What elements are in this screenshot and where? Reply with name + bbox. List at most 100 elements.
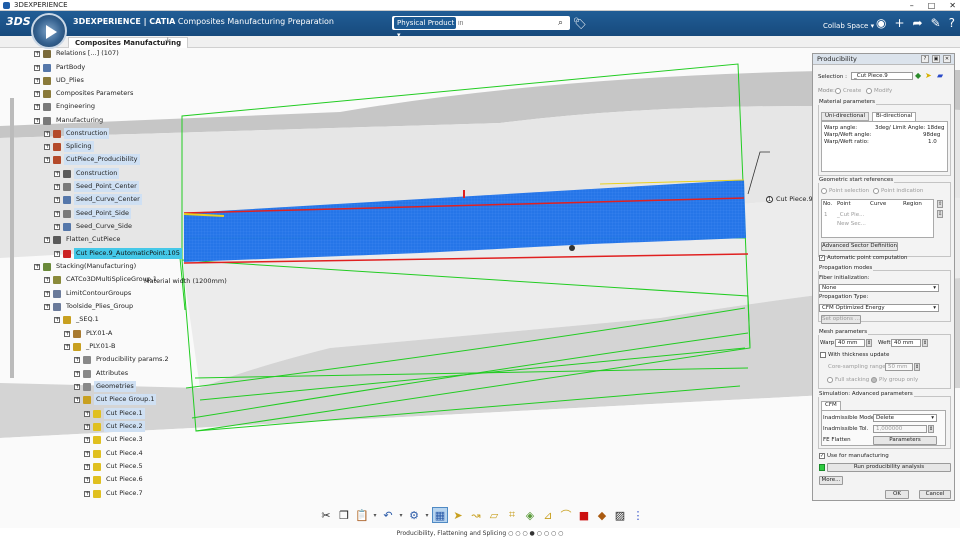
undo-icon[interactable]: ↶ (380, 507, 396, 523)
expand-toggle-icon[interactable]: + (64, 343, 70, 350)
panel-close-button[interactable]: ✕ (943, 55, 951, 63)
tree-node[interactable]: + Composites Parameters (34, 88, 135, 99)
shape-icon[interactable]: ▰ (937, 71, 943, 80)
inadm-mode-select[interactable]: Delete ▾ (873, 414, 937, 422)
weft-spinner[interactable]: ⇕ (922, 339, 928, 347)
tree-node[interactable]: + UD_Plies (34, 75, 86, 86)
material-icon[interactable]: ◆ (594, 507, 610, 523)
expand-toggle-icon[interactable]: + (34, 64, 40, 71)
mode-modify-radio[interactable] (866, 88, 872, 94)
maximize-button[interactable]: □ (928, 0, 936, 11)
expand-toggle-icon[interactable]: + (74, 370, 80, 377)
expand-toggle-icon[interactable]: + (54, 250, 60, 257)
tree-node[interactable]: + _PLY.01-B (64, 341, 118, 352)
measure-icon[interactable]: ⊿ (540, 507, 556, 523)
move-up-icon[interactable]: ⇧ (937, 200, 943, 208)
stop-icon[interactable]: ■ (576, 507, 592, 523)
expand-toggle-icon[interactable]: + (44, 290, 50, 297)
tree-node[interactable]: + Cut Piece.6 (84, 474, 145, 485)
section-dots[interactable]: ○ ○ ○ ● ○ ○ ○ ○ (508, 530, 563, 537)
prop-type-select[interactable]: CFM Optimized Energy ▾ (819, 304, 939, 312)
tab-bi-directional[interactable]: Bi-directional (872, 112, 917, 121)
auto-point-checkbox[interactable]: ✓ (819, 255, 825, 261)
expand-toggle-icon[interactable]: + (74, 396, 80, 403)
core-range-input[interactable]: 50 mm (885, 363, 913, 371)
settings-dropdown-icon[interactable]: ▾ (424, 512, 430, 519)
tab-cfm[interactable]: CFM (821, 401, 841, 410)
tree-node[interactable]: + CutPiece_Producibility (44, 154, 140, 165)
expand-toggle-icon[interactable]: + (44, 130, 50, 137)
add-tab-button[interactable]: + (164, 36, 172, 46)
spread-icon[interactable]: ⋮ (630, 507, 646, 523)
search-scope-dropdown[interactable]: Physical Product ▾ (394, 17, 456, 39)
use-mfg-checkbox[interactable]: ✓ (819, 453, 825, 459)
expand-toggle-icon[interactable]: + (54, 170, 60, 177)
row1-point[interactable]: _Cut Pie... (837, 212, 864, 218)
tree-node[interactable]: + Splicing (44, 141, 94, 152)
tree-node[interactable]: + Attributes (74, 368, 130, 379)
tree-node[interactable]: + Toolside_Plies_Group (44, 301, 135, 312)
tree-node[interactable]: + Construction (54, 168, 120, 179)
search-input[interactable] (458, 17, 548, 29)
tree-node[interactable]: + Seed_Curve_Center (54, 194, 142, 205)
tree-node[interactable]: + Cut Piece Group.1 (74, 394, 157, 405)
help-icon[interactable]: ? (949, 16, 955, 30)
expand-toggle-icon[interactable]: + (34, 77, 40, 84)
cut-piece-tag[interactable]: 1 Cut Piece.9 (766, 195, 813, 203)
expand-toggle-icon[interactable]: + (54, 316, 60, 323)
warp-spinner[interactable]: ⇕ (866, 339, 872, 347)
tree-node[interactable]: + Stacking(Manufacturing) (34, 261, 138, 272)
fiber-init-select[interactable]: None ▾ (819, 284, 939, 292)
warp-input[interactable]: 40 mm (835, 339, 865, 347)
expand-toggle-icon[interactable]: + (44, 276, 50, 283)
splice-icon[interactable]: ↝ (468, 507, 484, 523)
set-options-button[interactable]: Set options ... (821, 315, 861, 324)
ply-group-only-radio[interactable] (871, 377, 877, 383)
expand-toggle-icon[interactable]: + (44, 236, 50, 243)
parameters-button[interactable]: Parameters (873, 436, 937, 445)
ok-button[interactable]: OK (885, 490, 909, 499)
tree-node[interactable]: + Cut Piece.1 (84, 408, 145, 419)
tab-uni-directional[interactable]: Uni-directional (821, 112, 870, 121)
tree-node[interactable]: + Seed_Point_Side (54, 208, 131, 219)
producibility-icon[interactable]: ▦ (432, 507, 448, 523)
ply-icon[interactable]: ▱ (486, 507, 502, 523)
curve-icon[interactable]: ⌒ (558, 507, 574, 523)
more-button[interactable]: More... (819, 476, 843, 485)
expand-toggle-icon[interactable]: + (44, 303, 50, 310)
pick-icon[interactable]: ➤ (925, 71, 932, 80)
tree-node[interactable]: + PartBody (34, 62, 87, 73)
cancel-button[interactable]: Cancel (919, 490, 951, 499)
minimize-button[interactable]: – (910, 0, 914, 11)
search-icon[interactable]: ⌕ (558, 18, 563, 28)
selection-field[interactable]: _Cut Piece.9 (851, 72, 913, 80)
inadm-tol-input[interactable]: 1,000000 (873, 425, 927, 433)
tree-node[interactable]: + Cut Piece.5 (84, 461, 145, 472)
weft-input[interactable]: 40 mm (891, 339, 921, 347)
expand-toggle-icon[interactable]: + (34, 90, 40, 97)
tree-node[interactable]: + CATCo3DMultiSpliceGroup.1 (44, 274, 159, 285)
expand-toggle-icon[interactable]: + (34, 103, 40, 110)
mesh-icon[interactable]: ⌗ (504, 507, 520, 523)
expand-toggle-icon[interactable]: + (84, 463, 90, 470)
panel-help-button[interactable]: ? (921, 55, 929, 63)
paste-dropdown-icon[interactable]: ▾ (372, 512, 378, 519)
user-icon[interactable]: ◉ (876, 16, 886, 30)
point-selection-radio[interactable] (821, 188, 827, 194)
expand-toggle-icon[interactable]: + (84, 476, 90, 483)
expand-toggle-icon[interactable]: + (34, 50, 40, 57)
adv-sector-button[interactable]: Advanced Sector Definition (821, 242, 898, 251)
expand-toggle-icon[interactable]: + (84, 436, 90, 443)
tree-node[interactable]: + Cut Piece.4 (84, 448, 145, 459)
expand-toggle-icon[interactable]: + (64, 330, 70, 337)
close-button[interactable]: ✕ (949, 0, 956, 11)
tree-node[interactable]: + Cut Piece.2 (84, 421, 145, 432)
tree-node[interactable]: + Cut Piece.9_AutomaticPoint.105 (54, 248, 182, 259)
tree-node[interactable]: + Construction (44, 128, 110, 139)
expand-toggle-icon[interactable]: + (84, 490, 90, 497)
expand-toggle-icon[interactable]: + (84, 410, 90, 417)
mode-create-radio[interactable] (835, 88, 841, 94)
tree-node[interactable]: + Manufacturing (34, 115, 105, 126)
paste-icon[interactable]: 📋 (354, 507, 370, 523)
tools-icon[interactable]: ✎ (931, 16, 941, 30)
